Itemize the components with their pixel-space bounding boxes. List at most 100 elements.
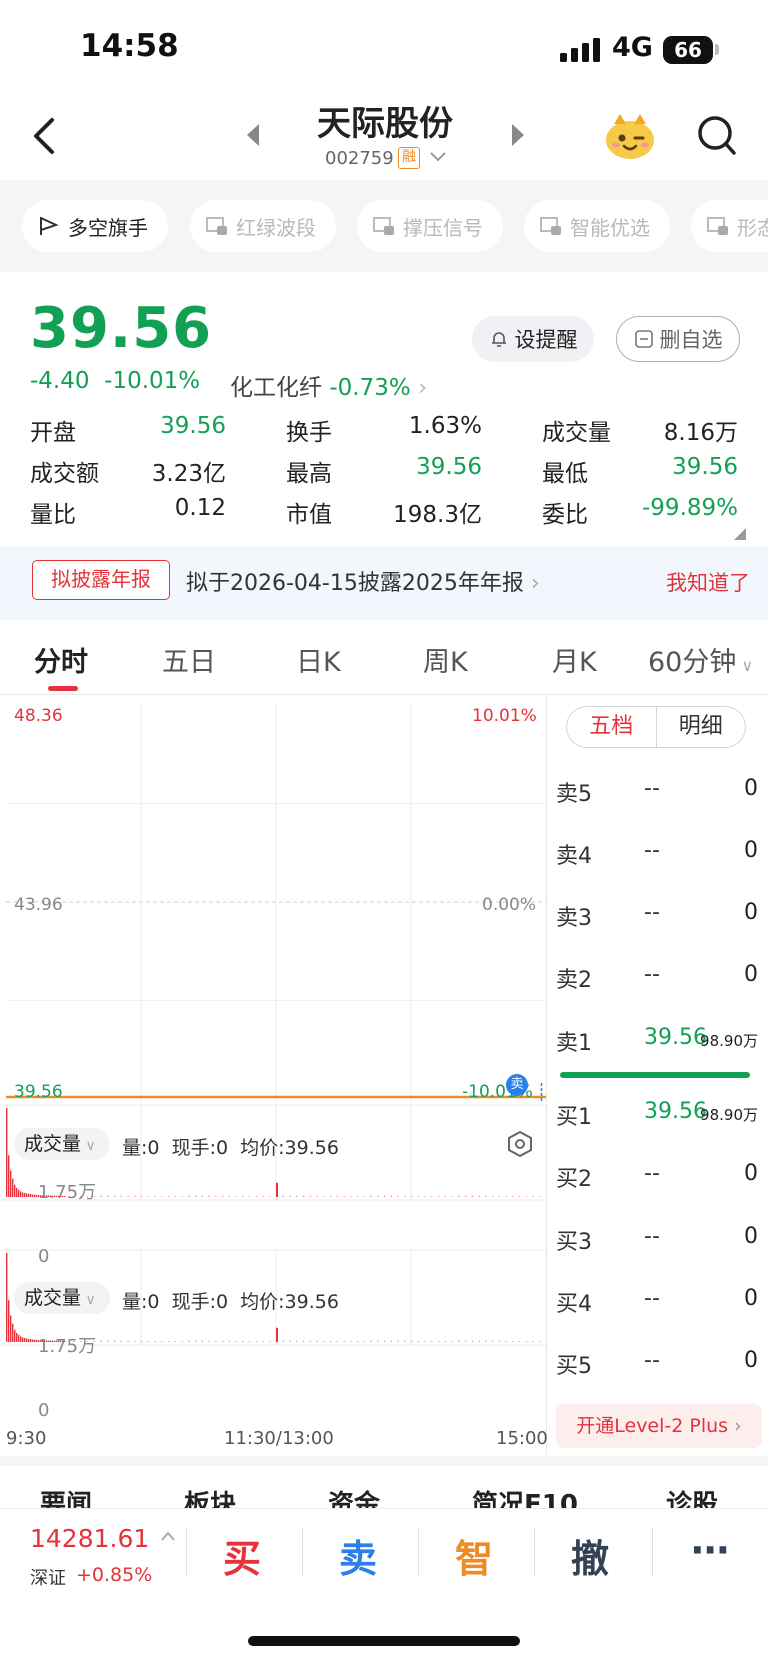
stat-label: 换手 <box>286 420 332 446</box>
search-icon[interactable] <box>696 114 738 158</box>
time-label-open: 9:30 <box>6 1428 47 1449</box>
volume-bar <box>24 1337 26 1342</box>
volume-bar <box>235 1195 237 1197</box>
home-indicator[interactable] <box>248 1636 520 1646</box>
index-value[interactable]: 14281.61 <box>30 1524 149 1553</box>
volume-bar <box>134 1195 136 1197</box>
volume-bar <box>6 1108 8 1197</box>
smart-trade-button[interactable]: 智 <box>434 1528 514 1583</box>
chevron-up-icon[interactable] <box>160 1530 176 1542</box>
volume-bar <box>262 1196 264 1197</box>
level-label: 卖1 <box>556 1031 592 1056</box>
volume-bar <box>107 1195 109 1197</box>
level-volume: 0 <box>744 900 758 925</box>
cancel-order-button[interactable]: 撤 <box>550 1528 630 1583</box>
back-icon[interactable] <box>28 112 64 160</box>
tab-daily-k[interactable]: 日K <box>296 640 341 679</box>
volume-bar <box>303 1340 305 1342</box>
volume-bar <box>141 1195 143 1197</box>
tab-intraday[interactable]: 分时 <box>34 640 88 679</box>
volume-bar <box>228 1340 230 1342</box>
tab-monthly-k[interactable]: 月K <box>552 640 597 679</box>
volume-bar <box>28 1338 30 1342</box>
level-volume: 98.90万 <box>700 1106 758 1124</box>
chip-zhineng[interactable]: 智能优选 <box>524 200 670 252</box>
orderbook-row[interactable]: 买5 -- 0 <box>556 1344 762 1380</box>
settings-icon[interactable] <box>506 1130 534 1158</box>
level-volume: 0 <box>744 838 758 863</box>
sell-marker[interactable]: 卖 <box>506 1074 528 1096</box>
tab-60min[interactable]: 60分钟 ∨ <box>648 640 753 679</box>
tab-five-day[interactable]: 五日 <box>162 640 216 679</box>
volume-bar <box>181 1341 183 1342</box>
chevron-down-icon[interactable] <box>428 148 448 166</box>
volume-bar <box>12 1323 14 1342</box>
volume-bar <box>458 1340 460 1342</box>
toggle-details[interactable]: 明细 <box>657 707 746 747</box>
chip-chengya[interactable]: 撑压信号 <box>357 200 503 252</box>
orderbook-row[interactable]: 卖5 -- 0 <box>556 772 762 808</box>
volume-bar <box>336 1340 338 1342</box>
level-volume: 0 <box>744 776 758 801</box>
volume-bar <box>188 1195 190 1197</box>
buy-button[interactable]: 买 <box>202 1528 282 1583</box>
volume-bar <box>384 1340 386 1342</box>
level2-upgrade-button[interactable]: 开通Level-2 Plus › <box>556 1404 762 1448</box>
volume-bar <box>471 1195 473 1197</box>
corner-indicator <box>734 528 746 540</box>
notice-text-body: 拟于2026-04-15披露2025年年报 <box>186 571 524 596</box>
volume-bar <box>28 1193 30 1197</box>
remove-watchlist-label: 删自选 <box>659 328 723 352</box>
mascot-icon[interactable] <box>604 112 656 160</box>
industry-link[interactable]: 化工化纤 -0.73% › <box>230 368 427 402</box>
orderbook-row[interactable]: 卖4 -- 0 <box>556 834 762 870</box>
orderbook-row[interactable]: 买3 -- 0 <box>556 1220 762 1256</box>
volume-bar <box>147 1195 149 1197</box>
orderbook-row[interactable]: 卖2 -- 0 <box>556 958 762 994</box>
volume-bar <box>114 1195 116 1197</box>
volume-bar <box>195 1195 197 1197</box>
signal-icon <box>560 38 600 62</box>
orderbook-row[interactable]: 买2 -- 0 <box>556 1157 762 1193</box>
level-price: -- <box>644 1286 660 1311</box>
notice-tag: 拟披露年报 <box>32 560 170 600</box>
orderbook-row[interactable]: 买4 -- 0 <box>556 1282 762 1318</box>
volume-bar <box>404 1340 406 1342</box>
level-volume: 0 <box>744 1348 758 1373</box>
status-time: 14:58 <box>80 28 179 64</box>
industry-pct: -0.73% <box>329 375 411 401</box>
volume-bar <box>492 1195 494 1197</box>
chip-xingtai[interactable]: 形态 <box>691 200 768 252</box>
orderbook-toggle[interactable]: 五档 明细 <box>566 706 746 748</box>
volume-bar <box>16 1332 18 1342</box>
tab-weekly-k[interactable]: 周K <box>423 640 468 679</box>
orderbook-row[interactable]: 卖3 -- 0 <box>556 896 762 932</box>
current-price: 39.56 <box>30 296 213 361</box>
stat-label: 委比 <box>542 502 588 528</box>
orderbook-row[interactable]: 买1 39.56 98.90万 <box>556 1095 762 1131</box>
orderbook-row[interactable]: 卖1 39.56 98.90万 <box>556 1021 762 1057</box>
volume-bar <box>498 1340 500 1342</box>
prev-stock-icon[interactable] <box>243 122 263 148</box>
indicator-select-2[interactable]: 成交量 ∨ <box>14 1282 110 1314</box>
volume-bar <box>30 1339 32 1342</box>
sell-button[interactable]: 卖 <box>318 1528 398 1583</box>
level-label: 买4 <box>556 1292 592 1317</box>
set-alert-button[interactable]: 设提醒 <box>472 316 594 362</box>
next-stock-icon[interactable] <box>508 122 528 148</box>
indicator-select-1[interactable]: 成交量 ∨ <box>14 1128 110 1160</box>
volume-bar <box>255 1341 257 1342</box>
remove-watchlist-button[interactable]: 删自选 <box>616 316 740 362</box>
indicator-name: 成交量 <box>24 1287 82 1309</box>
chip-duokong[interactable]: 多空旗手 <box>22 200 168 252</box>
time-label-close: 15:00 <box>496 1428 548 1449</box>
volume-bar <box>282 1340 284 1342</box>
volume-stats-2: 量:0 现手:0 均价:39.56 <box>122 1291 339 1313</box>
more-icon[interactable]: ⋯ <box>670 1528 750 1572</box>
chip-honglv[interactable]: 红绿波段 <box>190 200 336 252</box>
level-volume: 0 <box>744 1161 758 1186</box>
chip-label: 多空旗手 <box>68 215 148 240</box>
stock-name: 天际股份 <box>317 104 453 144</box>
dismiss-notice-button[interactable]: 我知道了 <box>666 567 750 597</box>
toggle-five-levels[interactable]: 五档 <box>567 707 657 747</box>
